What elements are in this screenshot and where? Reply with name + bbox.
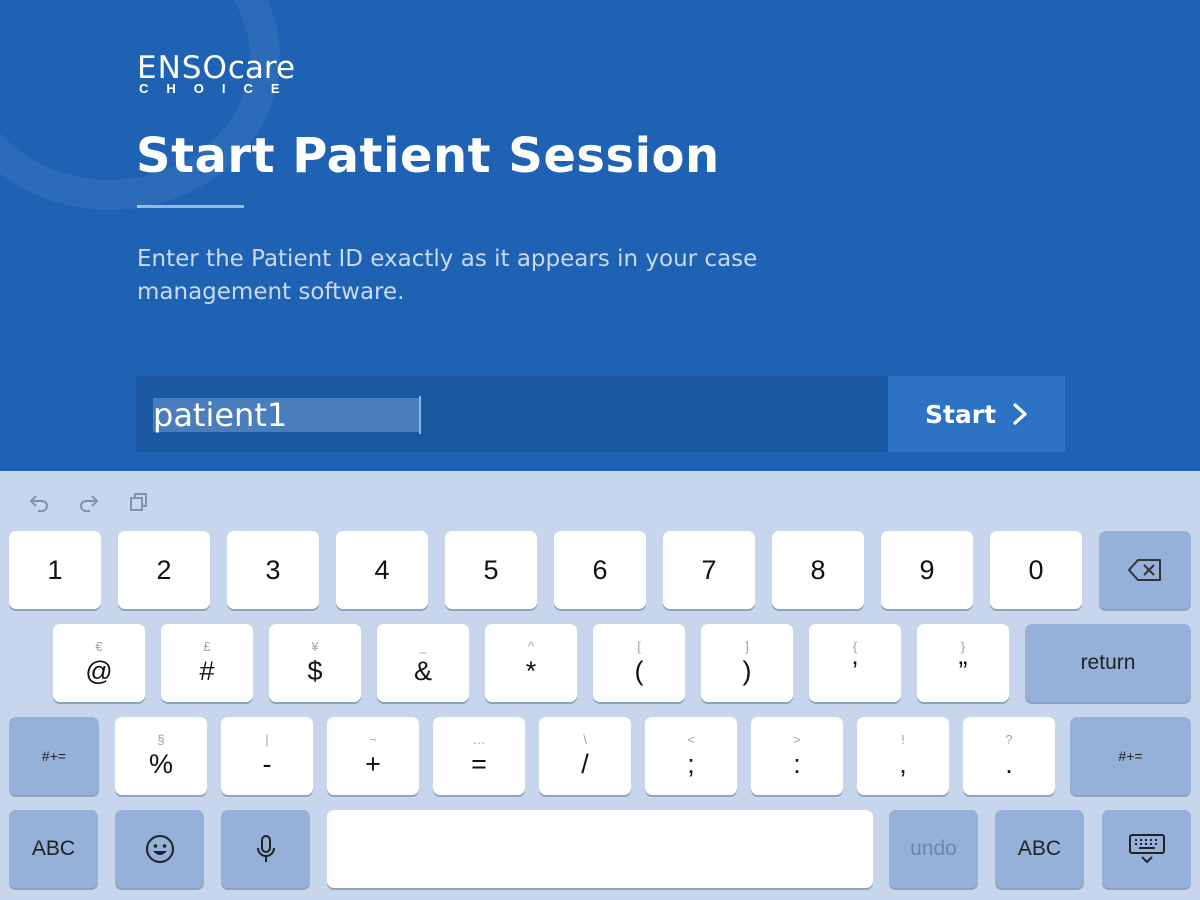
key-8[interactable]: 8 (772, 531, 864, 609)
key-9[interactable]: 9 (881, 531, 973, 609)
key-dollar[interactable]: ¥ $ (269, 624, 361, 702)
patient-id-input[interactable] (136, 376, 888, 452)
microphone-icon (256, 835, 275, 862)
delete-key[interactable] (1099, 531, 1191, 609)
ensocare-choice-logo: ENSOcare CHOICE (137, 50, 298, 96)
abc-key-right[interactable]: ABC (995, 810, 1084, 888)
chevron-right-icon (1013, 403, 1027, 425)
key-6[interactable]: 6 (554, 531, 646, 609)
delete-icon (1128, 559, 1161, 581)
patient-id-field[interactable]: patient1 (136, 376, 888, 452)
key-3[interactable]: 3 (227, 531, 319, 609)
key-colon[interactable]: >: (751, 717, 843, 795)
key-minus[interactable]: | - (221, 717, 313, 795)
key-plus[interactable]: ~ + (327, 717, 419, 795)
key-close-paren[interactable]: ]) (701, 624, 793, 702)
instructions-text: Enter the Patient ID exactly as it appea… (137, 246, 758, 305)
emoji-key[interactable] (115, 810, 204, 888)
emoji-icon (145, 835, 174, 863)
keyboard-shortcut-bar (0, 471, 1200, 529)
key-slash[interactable]: \ / (539, 717, 631, 795)
key-hash[interactable]: £ # (161, 624, 253, 702)
key-5[interactable]: 5 (445, 531, 537, 609)
start-button[interactable]: Start (888, 376, 1065, 452)
abc-key-left[interactable]: ABC (9, 810, 98, 888)
key-2[interactable]: 2 (118, 531, 210, 609)
title-underline (137, 205, 244, 208)
key-quote[interactable]: }” (917, 624, 1009, 702)
key-1[interactable]: 1 (9, 531, 101, 609)
key-period[interactable]: ?. (963, 717, 1055, 795)
undo-key[interactable]: undo (889, 810, 978, 888)
key-at[interactable]: € @ (53, 624, 145, 702)
redo-icon[interactable] (74, 487, 104, 517)
key-apostrophe[interactable]: {’ (809, 624, 901, 702)
page-title: Start Patient Session (136, 128, 720, 184)
symbols-shift-key-left[interactable]: #+= (9, 717, 99, 795)
key-semicolon[interactable]: <; (645, 717, 737, 795)
symbols-shift-key-right[interactable]: #+= (1070, 717, 1191, 795)
app-screen: ENSOcare CHOICE Start Patient Session En… (0, 0, 1200, 471)
key-0[interactable]: 0 (990, 531, 1082, 609)
key-4[interactable]: 4 (336, 531, 428, 609)
on-screen-keyboard: 1 2 3 4 5 6 7 8 9 0 € @ £ # ¥ $ _ & ^ * [( ])… (0, 471, 1200, 900)
text-caret (419, 396, 421, 434)
key-equals[interactable]: … = (433, 717, 525, 795)
start-label: Start (924, 399, 997, 429)
undo-icon[interactable] (24, 487, 54, 517)
key-asterisk[interactable]: ^ * (485, 624, 577, 702)
paste-icon[interactable] (124, 487, 154, 517)
key-percent[interactable]: §% (115, 717, 207, 795)
dictation-key[interactable] (221, 810, 310, 888)
key-ampersand[interactable]: _ & (377, 624, 469, 702)
key-7[interactable]: 7 (663, 531, 755, 609)
keyboard-hide-icon (1128, 834, 1165, 864)
return-key[interactable]: return (1025, 624, 1191, 702)
patient-id-form: patient1 Start (136, 376, 1065, 452)
key-comma[interactable]: !, (857, 717, 949, 795)
key-open-paren[interactable]: [( (593, 624, 685, 702)
hide-keyboard-key[interactable] (1102, 810, 1191, 888)
space-bar[interactable] (327, 810, 873, 888)
